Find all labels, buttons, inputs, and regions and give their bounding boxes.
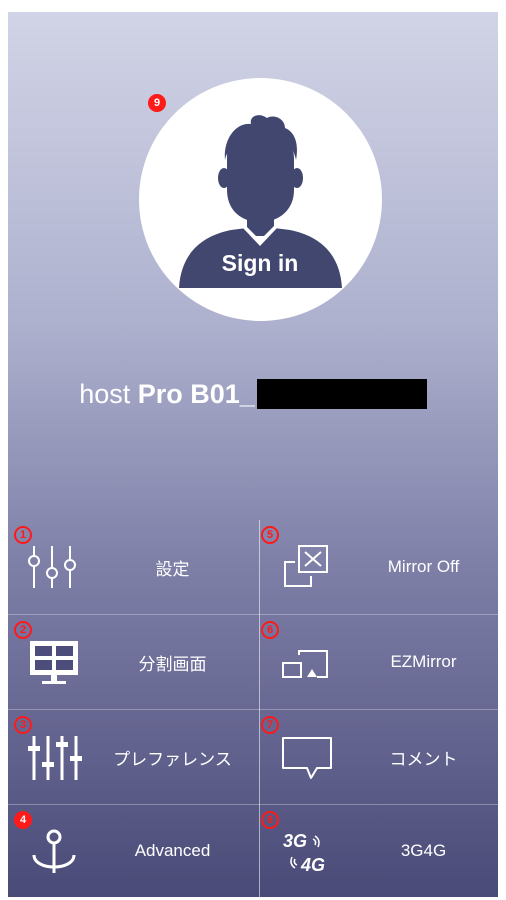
menu-item-mirror-off[interactable]: 5 Mirror Off xyxy=(253,520,498,614)
menu-item-label: Advanced xyxy=(134,841,211,860)
split-screen-icon xyxy=(24,637,84,687)
sign-in-label: Sign in xyxy=(222,250,299,276)
mirror-off-icon xyxy=(277,542,337,592)
menu-item-3g4g[interactable]: 8 3G 4G 3G4G xyxy=(253,805,498,897)
menu-item-advanced[interactable]: 4 Advanced xyxy=(8,805,253,897)
app-screen: 9 Sign in host Pro B01_ 1 設定 5 Mirror Of… xyxy=(8,12,498,897)
menu-item-label: 分割画面 xyxy=(138,654,207,674)
menu-item-settings[interactable]: 1 設定 xyxy=(8,520,253,614)
menu-item-label: EZMirror xyxy=(390,652,457,671)
ezmirror-cast-icon xyxy=(277,637,337,687)
menu-item-comment[interactable]: 7 コメント xyxy=(253,710,498,804)
menu-grid: 1 設定 5 Mirror Off 2 分割画面 6 EZMirror 3 プレ… xyxy=(8,520,498,897)
3g4g-icon: 3G 4G xyxy=(277,827,337,877)
menu-item-label: プレファレンス xyxy=(113,749,232,769)
menu-item-split-screen[interactable]: 2 分割画面 xyxy=(8,615,253,709)
menu-item-label: Mirror Off xyxy=(387,557,460,576)
menu-item-preferences[interactable]: 3 プレファレンス xyxy=(8,710,253,804)
redacted-block xyxy=(256,379,427,409)
host-name: host Pro B01_ xyxy=(8,372,498,416)
host-model: Pro B01_ xyxy=(137,378,255,409)
sliders-icon xyxy=(24,542,84,592)
4g-glyph: 4G xyxy=(300,855,325,875)
sign-in-avatar-button[interactable]: Sign in xyxy=(139,78,382,321)
3g-glyph: 3G xyxy=(283,831,307,851)
person-silhouette-icon: Sign in xyxy=(179,115,342,288)
menu-item-label: 3G4G xyxy=(400,841,447,860)
menu-item-label: 設定 xyxy=(155,559,190,579)
comment-icon xyxy=(277,732,337,782)
anchor-icon xyxy=(24,827,84,877)
host-prefix: host xyxy=(79,378,131,409)
equalizer-icon xyxy=(24,732,84,782)
menu-item-label: コメント xyxy=(389,749,458,769)
menu-item-ezmirror[interactable]: 6 EZMirror xyxy=(253,615,498,709)
